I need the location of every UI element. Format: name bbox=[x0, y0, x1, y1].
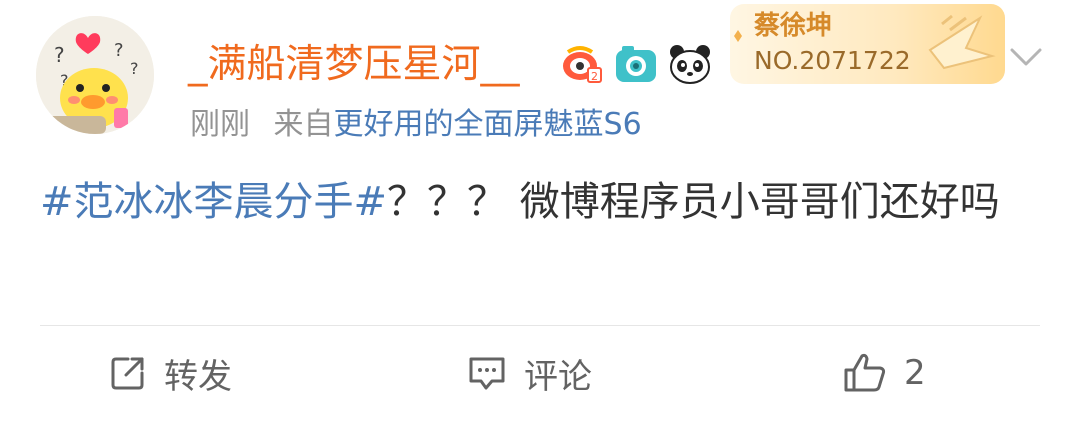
svg-text:?: ? bbox=[130, 59, 139, 78]
weibo-eye-icon[interactable]: 2 bbox=[560, 42, 604, 86]
fan-card-number: NO.2071722 bbox=[754, 46, 911, 75]
svg-text:2: 2 bbox=[591, 70, 598, 83]
thumbs-up-icon bbox=[844, 353, 886, 392]
svg-text:?: ? bbox=[54, 43, 65, 67]
repost-icon bbox=[111, 357, 144, 390]
comment-label: 评论 bbox=[524, 356, 592, 397]
device-link[interactable]: 更好用的全面屏魅蓝S6 bbox=[334, 107, 642, 142]
user-avatar[interactable]: ? ? ? ? bbox=[36, 16, 154, 134]
post-content: #范冰冰李晨分手#？？？ 微博程序员小哥哥们还好吗 bbox=[40, 170, 1050, 234]
username[interactable]: _满船清梦压星河__ bbox=[188, 30, 520, 100]
repost-label: 转发 bbox=[164, 356, 232, 397]
like-count: 2 bbox=[904, 353, 926, 393]
fan-card[interactable]: 蔡徐坤 NO.2071722 bbox=[730, 4, 1005, 84]
panda-icon[interactable] bbox=[668, 42, 712, 86]
svg-text:?: ? bbox=[114, 40, 124, 61]
comment-button[interactable]: 评论 bbox=[466, 340, 592, 406]
hashtag-link[interactable]: #范冰冰李晨分手# bbox=[40, 179, 387, 225]
fan-card-name: 蔡徐坤 bbox=[754, 11, 833, 41]
post-meta: 刚刚 来自更好用的全面屏魅蓝S6 bbox=[190, 100, 642, 150]
post-text: ？？？ 微博程序员小哥哥们还好吗 bbox=[387, 179, 1000, 225]
user-badges: 2 bbox=[560, 42, 712, 86]
like-button[interactable]: 2 bbox=[842, 340, 926, 406]
source-prefix: 来自 bbox=[273, 107, 334, 142]
divider bbox=[40, 325, 1040, 326]
chevron-down-icon[interactable] bbox=[1008, 44, 1044, 72]
post-time: 刚刚 bbox=[190, 107, 250, 142]
camera-icon[interactable] bbox=[614, 42, 658, 86]
comment-icon bbox=[469, 357, 505, 390]
repost-button[interactable]: 转发 bbox=[108, 340, 232, 406]
